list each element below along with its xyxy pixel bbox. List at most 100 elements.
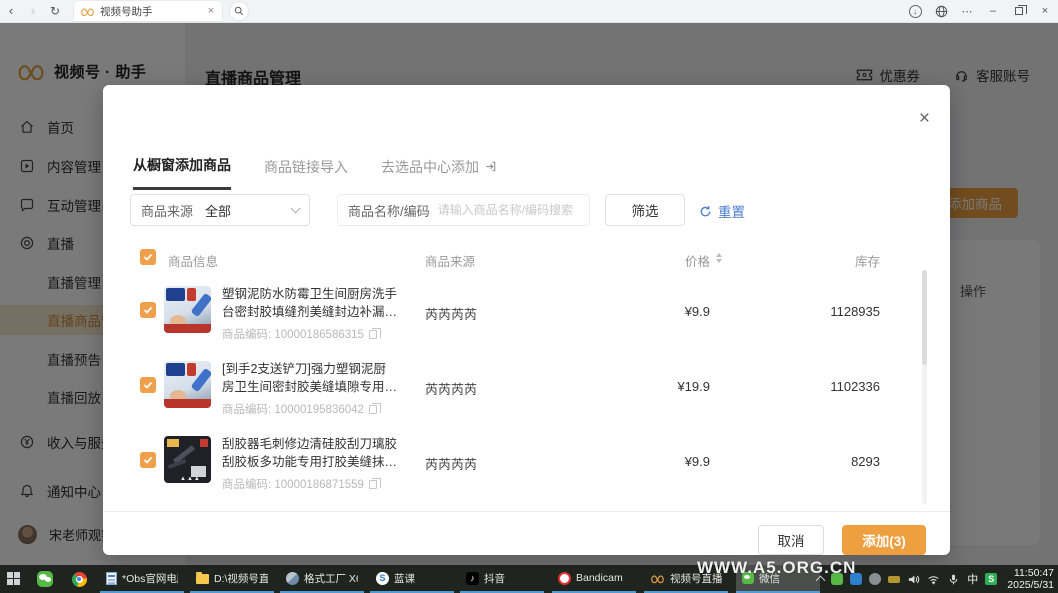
taskbar-app-label: *Obs官网电脑... <box>122 571 178 586</box>
row-checkbox[interactable] <box>140 452 156 468</box>
add-products-modal: × 从橱窗添加商品 商品链接导入 去选品中心添加 商品来源 全部 商品名称/编码 <box>103 85 950 555</box>
row-checkbox[interactable] <box>140 302 156 318</box>
product-list: 塑钢泥防水防霉卫生间厨房洗手台密封胶填缝剂美缝封边补漏专用胶150ml... 商… <box>130 278 923 503</box>
product-title: 刮胶器毛刺修边清硅胶刮刀璃胶刮胶板多功能专用打胶美缝抹胶神器 <box>222 436 398 472</box>
product-price: ¥9.9 <box>590 304 710 319</box>
modal-tabs: 从橱窗添加商品 商品链接导入 去选品中心添加 <box>133 155 497 190</box>
channels-logo-icon <box>80 6 95 17</box>
product-source: 芮芮芮芮 <box>425 454 477 473</box>
document-icon <box>106 572 117 585</box>
volume-icon[interactable] <box>907 573 920 586</box>
column-header-price: 价格 <box>590 251 710 270</box>
filter-bar: 商品来源 全部 商品名称/编码 筛选 重置 <box>130 194 923 226</box>
product-price: ¥9.9 <box>590 454 710 469</box>
column-header-info: 商品信息 <box>168 251 218 270</box>
browser-toolbar: ‹ › ↻ 视频号助手 × ↓ ⋯ – × <box>0 0 1058 23</box>
confirm-add-button[interactable]: 添加(3) <box>842 525 926 555</box>
copy-icon[interactable] <box>369 330 377 339</box>
taskbar: *Obs官网电脑... D:\视频号直播... 格式工厂 X64 ... S 蓝… <box>0 565 1058 593</box>
taskbar-app-label: 格式工厂 X64 ... <box>304 571 358 586</box>
tab-title: 视频号助手 <box>100 4 206 19</box>
cancel-button[interactable]: 取消 <box>758 525 824 555</box>
product-title: 塑钢泥防水防霉卫生间厨房洗手台密封胶填缝剂美缝封边补漏专用胶150ml... <box>222 286 398 322</box>
product-image <box>164 286 211 333</box>
copy-icon[interactable] <box>369 480 377 489</box>
product-title: [到手2支送铲刀]强力塑钢泥厨房卫生间密封胶美缝填隙专用厨卫密封胶150M... <box>222 361 398 397</box>
lanke-icon: S <box>376 572 389 585</box>
refresh-icon[interactable]: ↻ <box>44 0 66 22</box>
refresh-icon <box>699 205 712 218</box>
more-menu-icon[interactable]: ⋯ <box>954 0 980 22</box>
select-all-checkbox[interactable] <box>140 249 156 265</box>
watermark: WWW.A5.ORG.CN <box>697 558 856 578</box>
taskbar-app-format-factory[interactable]: 格式工厂 X64 ... <box>280 565 364 593</box>
copy-icon[interactable] <box>369 405 377 414</box>
taskbar-app-bandicam[interactable]: Bandicam <box>552 565 636 593</box>
tab-add-from-showcase[interactable]: 从橱窗添加商品 <box>133 155 231 190</box>
taskbar-app-lanke[interactable]: S 蓝课 <box>370 565 454 593</box>
window-close-button[interactable]: × <box>1032 0 1058 22</box>
restore-button[interactable] <box>1006 0 1032 22</box>
taskbar-app-label: 抖音 <box>484 571 505 586</box>
price-sort-icon[interactable] <box>716 253 722 263</box>
product-search-input[interactable] <box>438 203 579 217</box>
download-icon[interactable]: ↓ <box>902 0 928 22</box>
tray-usb-icon[interactable] <box>888 576 900 583</box>
modal-close-icon[interactable]: × <box>919 109 930 128</box>
tab-label: 从橱窗添加商品 <box>133 155 231 175</box>
minimize-button[interactable]: – <box>980 0 1006 22</box>
taskbar-app-douyin[interactable]: ♪ 抖音 <box>460 565 544 593</box>
ime-indicator[interactable]: 中 <box>967 571 978 587</box>
modal-scrollbar[interactable] <box>922 270 927 505</box>
table-row[interactable]: 塑钢泥防水防霉卫生间厨房洗手台密封胶填缝剂美缝封边补漏专用胶150ml... 商… <box>130 278 923 353</box>
tab-close-icon[interactable]: × <box>206 5 216 17</box>
product-code: 商品编码: 10000186871559 <box>222 476 377 492</box>
product-search-label: 商品名称/编码 <box>348 201 430 220</box>
tab-import-by-link[interactable]: 商品链接导入 <box>264 155 348 190</box>
product-search-field[interactable]: 商品名称/编码 <box>337 194 590 226</box>
footer-divider <box>103 511 950 512</box>
microphone-icon[interactable] <box>947 573 960 586</box>
browser-tab[interactable]: 视频号助手 × <box>74 1 222 21</box>
row-checkbox[interactable] <box>140 377 156 393</box>
source-select[interactable]: 商品来源 全部 <box>130 194 310 226</box>
tab-label: 去选品中心添加 <box>381 157 479 177</box>
forward-icon[interactable]: › <box>22 0 44 22</box>
chevron-down-icon <box>291 204 301 214</box>
external-link-icon <box>484 160 497 173</box>
product-stock: 8293 <box>760 454 880 469</box>
back-icon[interactable]: ‹ <box>0 0 22 22</box>
tray-contacts-icon[interactable] <box>869 573 881 585</box>
source-select-label: 商品来源 <box>141 201 193 220</box>
bandicam-icon <box>558 572 571 585</box>
tray-security-icon[interactable]: S <box>985 573 997 585</box>
table-row[interactable]: ▲▲▲ 刮胶器毛刺修边清硅胶刮刀璃胶刮胶板多功能专用打胶美缝抹胶神器 商品编码:… <box>130 428 923 503</box>
tray-time: 11:50:47 <box>1007 567 1054 579</box>
tab-goto-selection-center[interactable]: 去选品中心添加 <box>381 155 497 190</box>
taskbar-app-label: Bandicam <box>576 572 623 584</box>
table-row[interactable]: [到手2支送铲刀]强力塑钢泥厨房卫生间密封胶美缝填隙专用厨卫密封胶150M...… <box>130 353 923 428</box>
globe-icon[interactable] <box>928 0 954 22</box>
column-header-source: 商品来源 <box>425 251 475 270</box>
product-stock: 1128935 <box>760 304 880 319</box>
wechat-pinned-icon[interactable] <box>36 570 54 588</box>
taskbar-app-label: D:\视频号直播... <box>214 571 268 586</box>
start-button[interactable] <box>7 572 21 586</box>
reset-button[interactable]: 重置 <box>699 201 745 221</box>
douyin-icon: ♪ <box>466 572 479 585</box>
filter-button[interactable]: 筛选 <box>605 194 685 226</box>
network-icon[interactable] <box>927 573 940 586</box>
column-header-stock: 库存 <box>760 251 880 270</box>
product-code: 商品编码: 10000195836042 <box>222 401 377 417</box>
channels-logo-icon <box>650 573 665 584</box>
folder-icon <box>196 574 209 584</box>
taskbar-clock[interactable]: 11:50:47 2025/5/31 <box>1004 567 1054 591</box>
product-stock: 1102336 <box>760 379 880 394</box>
search-icon[interactable] <box>230 2 248 20</box>
taskbar-app-obs-doc[interactable]: *Obs官网电脑... <box>100 565 184 593</box>
chrome-pinned-icon[interactable] <box>70 570 88 588</box>
screen: ‹ › ↻ 视频号助手 × ↓ ⋯ – × 视频号 · 助手 <box>0 0 1058 593</box>
taskbar-app-explorer[interactable]: D:\视频号直播... <box>190 565 274 593</box>
format-factory-icon <box>286 572 299 585</box>
scrollbar-thumb[interactable] <box>922 270 927 365</box>
